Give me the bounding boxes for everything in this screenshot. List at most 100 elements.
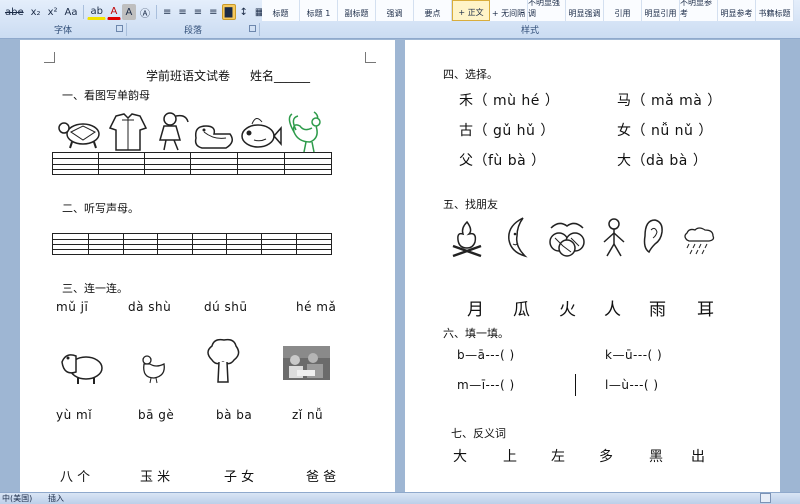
clothes-picture: [108, 113, 148, 151]
font-color-button[interactable]: A: [106, 4, 121, 20]
crop-mark: [365, 52, 376, 63]
section-3-heading: 三、连一连。: [62, 282, 128, 295]
align-center-button[interactable]: ≡: [175, 4, 189, 20]
choice-3-right: 大（dà bà ）: [617, 153, 708, 169]
distributed-button[interactable]: ▇: [221, 4, 236, 20]
justify-button[interactable]: ≡: [206, 4, 220, 20]
insert-mode-indicator[interactable]: 插入: [48, 493, 64, 504]
style-no-spacing[interactable]: + 无间隔: [490, 0, 528, 21]
word-3: 子 女: [224, 470, 255, 485]
fill-1: b—ā---( ): [457, 348, 515, 362]
style-subtitle[interactable]: 副标题: [338, 0, 376, 21]
hen-picture: [142, 355, 165, 384]
friend-char-3: 火: [559, 300, 576, 320]
friend-char-6: 耳: [697, 300, 714, 320]
hippo-picture: [61, 354, 103, 384]
friend-char-4: 人: [604, 300, 621, 320]
fish-picture: [241, 118, 282, 148]
text-cursor: [575, 374, 576, 396]
style-quote[interactable]: 引用: [604, 0, 642, 21]
antonym-2: 上: [503, 449, 517, 465]
grid-line: [237, 153, 238, 174]
friend-char-1: 月: [467, 300, 484, 320]
pinyin-bottom-1: yù mǐ: [56, 408, 93, 422]
rooster-picture: [288, 111, 321, 153]
girl-picture: [159, 112, 189, 151]
section-5-heading: 五、找朋友: [443, 198, 498, 211]
antonym-3: 左: [551, 449, 565, 465]
grid-line: [157, 234, 158, 254]
style-normal[interactable]: + 正文: [452, 0, 490, 21]
pinyin-top-4: hé mǎ: [296, 300, 337, 314]
grid-line: [226, 234, 227, 254]
writing-grid-1[interactable]: [52, 152, 332, 175]
char-shading-button[interactable]: A: [121, 4, 136, 20]
word-4: 爸 爸: [306, 470, 337, 485]
style-book-title[interactable]: 书籍标题: [756, 0, 794, 21]
person-picture: [603, 218, 625, 257]
grid-line: [261, 234, 262, 254]
paragraph-dialog-launcher-icon[interactable]: [249, 25, 256, 32]
style-intense-reference[interactable]: 明显参考: [718, 0, 756, 21]
style-heading1[interactable]: 标题 1: [300, 0, 338, 21]
grid-line: [284, 153, 285, 174]
enclose-char-button[interactable]: Ⓐ: [137, 4, 153, 20]
ear-picture: [643, 219, 663, 254]
style-intense-emphasis[interactable]: 明显强调: [566, 0, 604, 21]
subscript-button[interactable]: x₂: [28, 4, 44, 20]
ribbon: abe x₂ x² Aa ab A A Ⓐ ≡ ≡ ≡ ≡ ▇ ↕ ▦ ⊞ 字体…: [0, 0, 800, 39]
superscript-button[interactable]: x²: [45, 4, 61, 20]
paragraph-group-text: 段落: [183, 26, 202, 36]
font-dialog-launcher-icon[interactable]: [116, 25, 123, 32]
word-1: 八 个: [60, 470, 91, 485]
styles-gallery: 标题 标题 1 副标题 强调 要点 + 正文 + 无间隔 不明显强调 明显强调 …: [262, 0, 794, 22]
grid-line: [88, 234, 89, 254]
fill-4: l—ù---( ): [605, 378, 659, 392]
grid-line: [190, 153, 191, 174]
section-2-heading: 二、听写声母。: [62, 202, 139, 215]
grid-line: [53, 158, 331, 159]
document-page-right[interactable]: 四、选择。 禾（ mù hé ） 马（ mǎ mà ） 古（ gǔ hǔ ） 女…: [405, 40, 780, 492]
style-subtle-reference[interactable]: 不明显参考: [680, 0, 718, 21]
paragraph-group-label: 段落: [127, 23, 260, 36]
word-2: 玉 米: [140, 470, 171, 485]
choice-2-right: 女（ nǚ nǔ ）: [617, 123, 713, 139]
style-title[interactable]: 标题: [262, 0, 300, 21]
choice-2-left: 古（ gǔ hǔ ）: [459, 123, 555, 139]
highlight-button[interactable]: ab: [87, 4, 106, 20]
style-intense-quote[interactable]: 明显引用: [642, 0, 680, 21]
grid-line: [98, 153, 99, 174]
writing-grid-2[interactable]: [52, 233, 332, 255]
antonym-4: 多: [599, 449, 613, 465]
section-6-heading: 六、填一填。: [443, 327, 509, 340]
status-bar: 中(美国) 插入: [0, 492, 800, 504]
align-left-button[interactable]: ≡: [160, 4, 174, 20]
line-spacing-button[interactable]: ↕: [237, 4, 251, 20]
moon-picture: [508, 217, 528, 258]
draft-icon[interactable]: [760, 493, 771, 503]
style-subtle-emphasis[interactable]: 不明显强调: [528, 0, 566, 21]
antonym-1: 大: [453, 449, 467, 465]
document-page-left[interactable]: 学前班语文试卷 姓名______ 一、看图写单韵母 二、听写声母。 三、连一连。…: [20, 40, 395, 492]
separator: [83, 5, 85, 19]
grid-line: [192, 234, 193, 254]
section-7-heading: 七、反义词: [451, 427, 506, 440]
exam-title: 学前班语文试卷: [146, 69, 231, 83]
friend-char-5: 雨: [649, 300, 666, 320]
font-group-text: 字体: [53, 26, 72, 36]
style-strong[interactable]: 要点: [414, 0, 452, 21]
strikethrough-button[interactable]: abe: [2, 4, 27, 20]
melon-picture: [549, 222, 585, 257]
pinyin-top-3: dú shū: [204, 300, 248, 314]
separator: [155, 5, 157, 19]
font-toolbar: abe x₂ x² Aa ab A A Ⓐ ≡ ≡ ≡ ≡ ▇ ↕ ▦ ⊞: [2, 3, 283, 21]
friend-char-2: 瓜: [513, 300, 530, 320]
pinyin-top-2: dà shù: [128, 300, 172, 314]
grid-line: [53, 169, 331, 170]
style-emphasis[interactable]: 强调: [376, 0, 414, 21]
pinyin-top-1: mǔ jī: [56, 300, 89, 314]
align-right-button[interactable]: ≡: [191, 4, 205, 20]
tree-picture: [207, 338, 240, 383]
change-case-button[interactable]: Aa: [62, 4, 81, 20]
language-indicator[interactable]: 中(美国): [2, 493, 32, 504]
